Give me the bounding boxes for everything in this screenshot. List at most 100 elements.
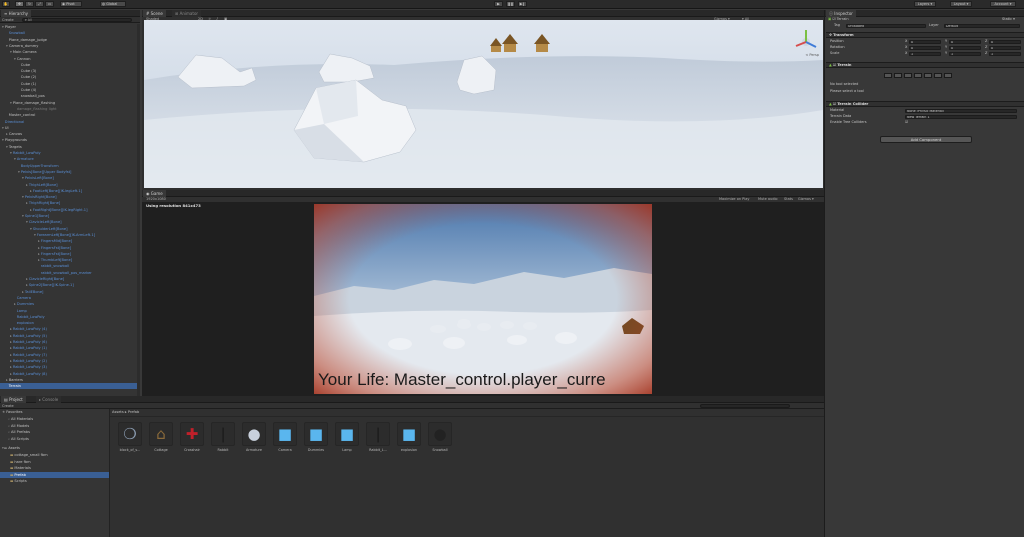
expand-open-icon[interactable]: ▾ (18, 170, 20, 174)
hierarchy-search-input[interactable]: ▾ All (22, 18, 132, 22)
asset-item[interactable]: ■ explosion (397, 422, 421, 452)
asset-item[interactable]: ■ Camera (273, 422, 297, 452)
move-tool-button[interactable]: ✥ (15, 1, 24, 7)
assets-header[interactable]: ▾▬Assets (2, 445, 20, 451)
hierarchy-item[interactable]: ▸FingersFst[Bone] (0, 251, 137, 257)
expand-open-icon[interactable]: ▾ (10, 50, 12, 54)
expand-closed-icon[interactable]: ▸ (26, 277, 28, 281)
expand-closed-icon[interactable]: ▸ (10, 353, 12, 357)
hierarchy-item[interactable]: ▸FingersFst[Bone] (0, 245, 137, 251)
hierarchy-item[interactable]: Cube (2) (0, 74, 137, 80)
expand-closed-icon[interactable]: ▸ (6, 378, 8, 382)
tab-animator[interactable]: ⊞ Animator (172, 10, 202, 17)
hierarchy-item[interactable]: ▸FingersMid[Bone] (0, 238, 137, 244)
hierarchy-item[interactable]: ▾Player (0, 24, 137, 30)
paint-height-tool[interactable] (894, 73, 902, 78)
scl-z-field[interactable]: 1 (989, 52, 1021, 56)
smooth-height-tool[interactable] (904, 73, 912, 78)
hierarchy-item[interactable]: ▸FootRight[Bone][IK-legRight.1] (0, 207, 137, 213)
hierarchy-item[interactable]: ▾Plane_damage_flashing (0, 100, 137, 106)
expand-closed-icon[interactable]: ▸ (26, 283, 28, 287)
hierarchy-item[interactable]: ▸Spine2[Bone][IK-Spine.1] (0, 282, 137, 288)
hierarchy-item[interactable]: Snowball (0, 30, 137, 36)
project-search-input[interactable] (700, 404, 790, 408)
favorites-item[interactable]: ⌕All Prefabs (8, 429, 30, 435)
hand-tool-button[interactable]: ✋ (2, 1, 10, 7)
hierarchy-item[interactable]: BodyUpperTransform (0, 163, 137, 169)
terrain-component-header[interactable]: ▲ ☑ Terrain (826, 62, 1024, 68)
tab-inspector[interactable]: ⓘ Inspector (826, 10, 856, 17)
material-field[interactable]: None (Physic Material) (905, 109, 1017, 113)
expand-open-icon[interactable]: ▾ (2, 138, 4, 142)
active-checkbox[interactable]: ☑ (832, 17, 835, 21)
hierarchy-item[interactable]: Directional (0, 119, 137, 125)
hierarchy-item[interactable]: ▸Barriers (0, 377, 137, 383)
asset-item[interactable]: ❘ Rabbit (211, 422, 235, 452)
layout-dropdown[interactable]: Layout ▾ (950, 1, 972, 7)
scale-tool-button[interactable]: ⤢ (35, 1, 44, 7)
hierarchy-item[interactable]: ▾ForearmLeft[Bone][IK-ArmLeft.1] (0, 232, 137, 238)
hierarchy-item[interactable]: rabbit_snowball_pos_marker (0, 270, 137, 276)
layer-dropdown[interactable]: Default (944, 24, 1020, 28)
hierarchy-item[interactable]: Cube (3) (0, 68, 137, 74)
pivot-button[interactable]: ◉ Pivot (60, 1, 82, 7)
tag-dropdown[interactable]: Untagged (846, 24, 926, 28)
hierarchy-item[interactable]: rabbit_snowball (0, 263, 137, 269)
expand-open-icon[interactable]: ▾ (22, 176, 24, 180)
object-name-field[interactable]: Terrain (837, 17, 849, 21)
hierarchy-scrollbar[interactable] (137, 24, 140, 396)
rot-y-field[interactable]: 0 (949, 46, 981, 50)
stats-toggle[interactable]: Stats (784, 197, 793, 202)
hierarchy-item[interactable]: Master_control (0, 112, 137, 118)
hierarchy-item[interactable]: Rabbit_LowPoly (0, 314, 137, 320)
hierarchy-item[interactable]: ▾Armature (0, 156, 137, 162)
expand-closed-icon[interactable]: ▸ (22, 290, 24, 294)
favorites-item[interactable]: ⌕All Scripts (8, 436, 29, 442)
favorites-header[interactable]: ★Favorites (2, 409, 22, 415)
expand-open-icon[interactable]: ▾ (6, 44, 8, 48)
expand-closed-icon[interactable]: ▸ (30, 208, 32, 212)
hierarchy-item[interactable]: ▾Spine1[Bone] (0, 213, 137, 219)
scl-y-field[interactable]: 1 (949, 52, 981, 56)
pos-x-field[interactable]: 0 (909, 40, 941, 44)
expand-closed-icon[interactable]: ▸ (38, 239, 40, 243)
hierarchy-item[interactable]: ▾ClavicleLeft[Bone] (0, 219, 137, 225)
game-gizmos-dropdown[interactable]: Gizmos ▾ (798, 197, 814, 202)
hierarchy-item[interactable]: ▸Rabbit_LowPoly (7) (0, 352, 137, 358)
hierarchy-item[interactable]: ▸Rabbit_LowPoly (6) (0, 339, 137, 345)
terrain-enabled-checkbox[interactable]: ☑ (833, 63, 836, 67)
favorites-item[interactable]: ⌕All Models (8, 423, 29, 429)
layers-dropdown[interactable]: Layers ▾ (914, 1, 936, 7)
terrain-data-field[interactable]: New Terrain 1 (905, 115, 1017, 119)
asset-folder[interactable]: ▬hare fbm (0, 459, 109, 465)
asset-item[interactable]: ■ Dummies (304, 422, 328, 452)
enable-tree-checkbox[interactable]: ☑ (905, 120, 908, 125)
asset-item[interactable]: ■ Lamp (335, 422, 359, 452)
tab-game[interactable]: ◉ Game (143, 190, 166, 197)
asset-item[interactable]: ● Snowball (428, 422, 452, 452)
expand-open-icon[interactable]: ▾ (14, 157, 16, 161)
transform-component-header[interactable]: ✥ Transform (826, 32, 1024, 38)
asset-folder[interactable]: ▬cottage_small fbm (0, 452, 109, 458)
expand-open-icon[interactable]: ▾ (2, 25, 4, 29)
hierarchy-item[interactable]: Cube (1) (0, 81, 137, 87)
expand-closed-icon[interactable]: ▸ (38, 252, 40, 256)
expand-closed-icon[interactable]: ▸ (10, 372, 12, 376)
pos-z-field[interactable]: 0 (989, 40, 1021, 44)
expand-open-icon[interactable]: ▾ (22, 214, 24, 218)
hierarchy-item[interactable]: ▸Rabbit_LowPoly (1) (0, 345, 137, 351)
tab-scene[interactable]: # Scene (143, 10, 166, 17)
hierarchy-item[interactable]: explosion (0, 320, 137, 326)
hierarchy-item[interactable]: ▸ThumbLeft[Bone] (0, 257, 137, 263)
breadcrumb-prefab[interactable]: Prefab (128, 410, 139, 414)
asset-item[interactable]: ✚ Crosshair (180, 422, 204, 452)
expand-open-icon[interactable]: ▾ (30, 227, 32, 231)
game-aspect-dropdown[interactable]: 1920x1080 (146, 197, 166, 202)
expand-closed-icon[interactable]: ▸ (10, 334, 12, 338)
expand-open-icon[interactable]: ▾ (10, 101, 12, 105)
hierarchy-item[interactable]: ▾Playgrounds (0, 137, 137, 143)
rot-z-field[interactable]: 0 (989, 46, 1021, 50)
asset-item[interactable]: ❍ block_of_s... (118, 422, 142, 452)
tab-console[interactable]: ▸ Console (36, 396, 62, 403)
expand-closed-icon[interactable]: ▸ (14, 302, 16, 306)
